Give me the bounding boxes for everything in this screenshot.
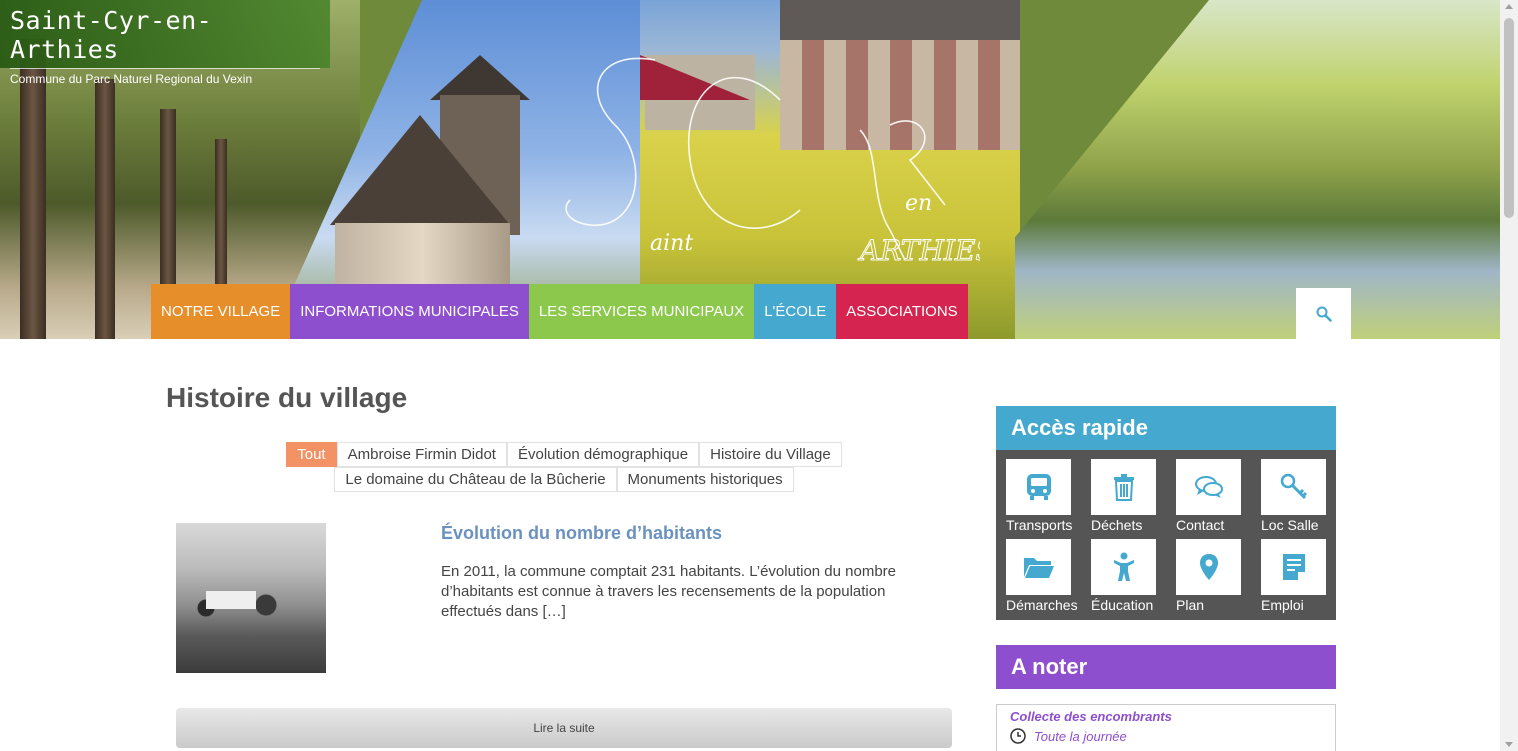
key-icon bbox=[1280, 473, 1307, 500]
article-title[interactable]: Évolution du nombre d’habitants bbox=[441, 523, 722, 544]
a-noter-title: A noter bbox=[996, 645, 1336, 689]
acces-transports[interactable]: Transports bbox=[1006, 459, 1091, 539]
acces-emploi[interactable]: Emploi bbox=[1261, 539, 1346, 619]
page-title: Histoire du village bbox=[166, 382, 408, 413]
scroll-up-arrow-icon[interactable] bbox=[1505, 4, 1513, 9]
read-more-button[interactable]: Lire la suite bbox=[176, 708, 952, 748]
acces-label: Déchets bbox=[1091, 517, 1143, 533]
monogram-en: en bbox=[905, 191, 932, 216]
monogram-arthies: ARTHIES bbox=[857, 234, 980, 267]
acces-label: Transports bbox=[1006, 517, 1073, 533]
search-icon bbox=[1316, 306, 1332, 322]
nav-item-ecole[interactable]: L'ÉCOLE bbox=[754, 284, 837, 339]
event-time-label: Toute la journée bbox=[1034, 728, 1127, 744]
article-excerpt: En 2011, la commune comptait 231 habitan… bbox=[441, 563, 897, 620]
map-pin-icon bbox=[1199, 554, 1218, 580]
a-noter-box: Collecte des encombrants Toute la journé… bbox=[996, 704, 1336, 751]
scroll-down-arrow-icon[interactable] bbox=[1505, 742, 1513, 747]
acces-contact[interactable]: Contact bbox=[1176, 459, 1261, 539]
trash-icon bbox=[1113, 474, 1134, 501]
acces-label: Éducation bbox=[1091, 597, 1154, 613]
acces-rapide-title: Accès rapide bbox=[996, 406, 1336, 450]
pond-photo bbox=[1015, 0, 1500, 339]
search-button[interactable] bbox=[1296, 288, 1351, 339]
acces-label: Loc Salle bbox=[1261, 517, 1319, 533]
filter-evolution-demographique[interactable]: Évolution démographique bbox=[506, 442, 700, 467]
article-thumbnail[interactable] bbox=[176, 523, 326, 673]
filter-tout[interactable]: Tout bbox=[286, 442, 337, 467]
site-title: Saint-Cyr-en-Arthies bbox=[10, 6, 213, 64]
acces-label: Plan bbox=[1176, 597, 1205, 613]
filter-ambroise-firmin-didot[interactable]: Ambroise Firmin Didot bbox=[336, 442, 507, 467]
bus-icon bbox=[1026, 474, 1051, 500]
filter-monuments-historiques[interactable]: Monuments historiques bbox=[616, 467, 794, 492]
category-filters: Tout Ambroise Firmin Didot Évolution dém… bbox=[166, 442, 962, 492]
nav-item-notre-village[interactable]: NOTRE VILLAGE bbox=[151, 284, 291, 339]
acces-loc-salle[interactable]: Loc Salle bbox=[1261, 459, 1346, 539]
document-icon bbox=[1282, 554, 1305, 580]
child-icon bbox=[1113, 552, 1134, 581]
nav-item-services-municipaux[interactable]: LES SERVICES MUNICIPAUX bbox=[528, 284, 755, 339]
folder-icon bbox=[1023, 558, 1054, 578]
nav-item-associations[interactable]: ASSOCIATIONS bbox=[836, 284, 968, 339]
filter-chateau-bucherie[interactable]: Le domaine du Château de la Bûcherie bbox=[334, 467, 617, 492]
acces-dechets[interactable]: Déchets bbox=[1091, 459, 1176, 539]
site-logo[interactable]: Saint-Cyr-en-Arthies Commune du Parc Nat… bbox=[0, 0, 330, 86]
acces-education[interactable]: Éducation bbox=[1091, 539, 1176, 619]
monogram-aint: aint bbox=[650, 231, 693, 256]
site-subtitle: Commune du Parc Naturel Regional du Vexi… bbox=[10, 68, 320, 86]
filter-histoire-du-village[interactable]: Histoire du Village bbox=[699, 442, 842, 467]
main-nav: NOTRE VILLAGE INFORMATIONS MUNICIPALES L… bbox=[151, 284, 968, 339]
event-time: Toute la journée bbox=[1010, 728, 1322, 744]
chat-icon bbox=[1194, 476, 1223, 498]
event-title[interactable]: Collecte des encombrants bbox=[1010, 709, 1322, 724]
filter-row-1: Tout Ambroise Firmin Didot Évolution dém… bbox=[166, 442, 962, 467]
filter-row-2: Le domaine du Château de la Bûcherie Mon… bbox=[166, 467, 962, 492]
acces-plan[interactable]: Plan bbox=[1176, 539, 1261, 619]
acces-label: Contact bbox=[1176, 517, 1225, 533]
monogram-logo: aint en ARTHIES bbox=[565, 57, 980, 268]
nav-item-informations-municipales[interactable]: INFORMATIONS MUNICIPALES bbox=[290, 284, 529, 339]
acces-label: Démarches bbox=[1006, 597, 1078, 613]
acces-rapide-grid: Transports Déchets Contact Loc Salle Dém… bbox=[996, 450, 1336, 620]
acces-label: Emploi bbox=[1261, 597, 1304, 613]
acces-demarches[interactable]: Démarches bbox=[1006, 539, 1091, 619]
scroll-thumb[interactable] bbox=[1504, 18, 1514, 218]
clock-icon bbox=[1010, 728, 1026, 744]
page-scrollbar[interactable] bbox=[1500, 0, 1518, 751]
